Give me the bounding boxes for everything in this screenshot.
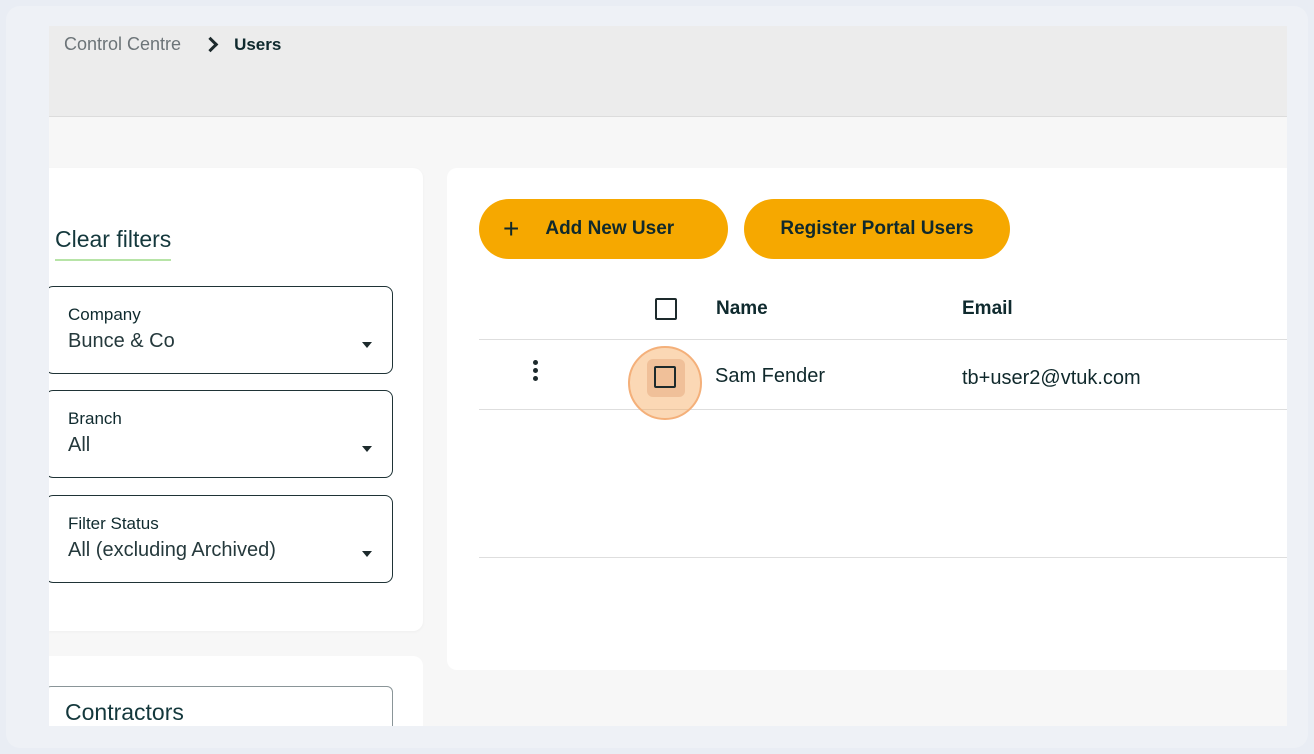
company-select[interactable]: Company Bunce & Co [49, 286, 393, 374]
contractors-panel: Contractors [49, 656, 423, 726]
contractors-select[interactable]: Contractors [49, 686, 393, 726]
click-highlight [628, 346, 702, 420]
register-portal-users-button[interactable]: Register Portal Users [744, 199, 1010, 259]
row-checkbox[interactable] [654, 366, 676, 388]
more-options-icon[interactable] [529, 360, 541, 386]
app-viewport: Control Centre Users Clear filters Compa… [49, 26, 1287, 726]
caret-down-icon [362, 551, 372, 557]
branch-select[interactable]: Branch All [49, 390, 393, 478]
table-row[interactable]: Sam Fender tb+user2@vtuk.com [479, 340, 1287, 420]
branch-select-label: Branch [68, 409, 122, 428]
add-new-user-label: Add New User [545, 218, 675, 239]
breadcrumb-control-centre[interactable]: Control Centre [64, 34, 181, 55]
table-divider [479, 557, 1287, 558]
chevron-right-icon [202, 36, 219, 53]
screenshot-frame: Control Centre Users Clear filters Compa… [6, 6, 1308, 748]
caret-down-icon [362, 446, 372, 452]
clear-filters-link[interactable]: Clear filters [55, 226, 172, 261]
add-new-user-button[interactable]: + Add New User [479, 199, 728, 259]
filter-status-select-label: Filter Status [68, 514, 159, 533]
company-select-value: Bunce & Co [68, 330, 175, 352]
breadcrumb: Control Centre Users [64, 34, 281, 55]
caret-down-icon [362, 342, 372, 348]
top-bar: Control Centre Users [49, 26, 1287, 117]
filter-status-select-value: All (excluding Archived) [68, 539, 276, 561]
row-name: Sam Fender [715, 365, 826, 387]
contractors-label: Contractors [65, 699, 184, 725]
row-email: tb+user2@vtuk.com [962, 367, 1141, 389]
select-all-checkbox[interactable] [655, 298, 677, 320]
plus-icon: + [503, 213, 520, 244]
column-header-email[interactable]: Email [962, 298, 1013, 320]
branch-select-value: All [68, 434, 91, 456]
company-select-label: Company [68, 305, 141, 324]
column-header-name[interactable]: Name [716, 298, 768, 320]
filter-panel: Clear filters Company Bunce & Co Branch … [49, 168, 423, 631]
filter-status-select[interactable]: Filter Status All (excluding Archived) [49, 495, 393, 583]
table-header: Name Email [479, 278, 1287, 340]
users-panel: + Add New User Register Portal Users Nam… [447, 168, 1287, 670]
register-portal-users-label: Register Portal Users [780, 218, 974, 239]
breadcrumb-users: Users [234, 34, 282, 54]
